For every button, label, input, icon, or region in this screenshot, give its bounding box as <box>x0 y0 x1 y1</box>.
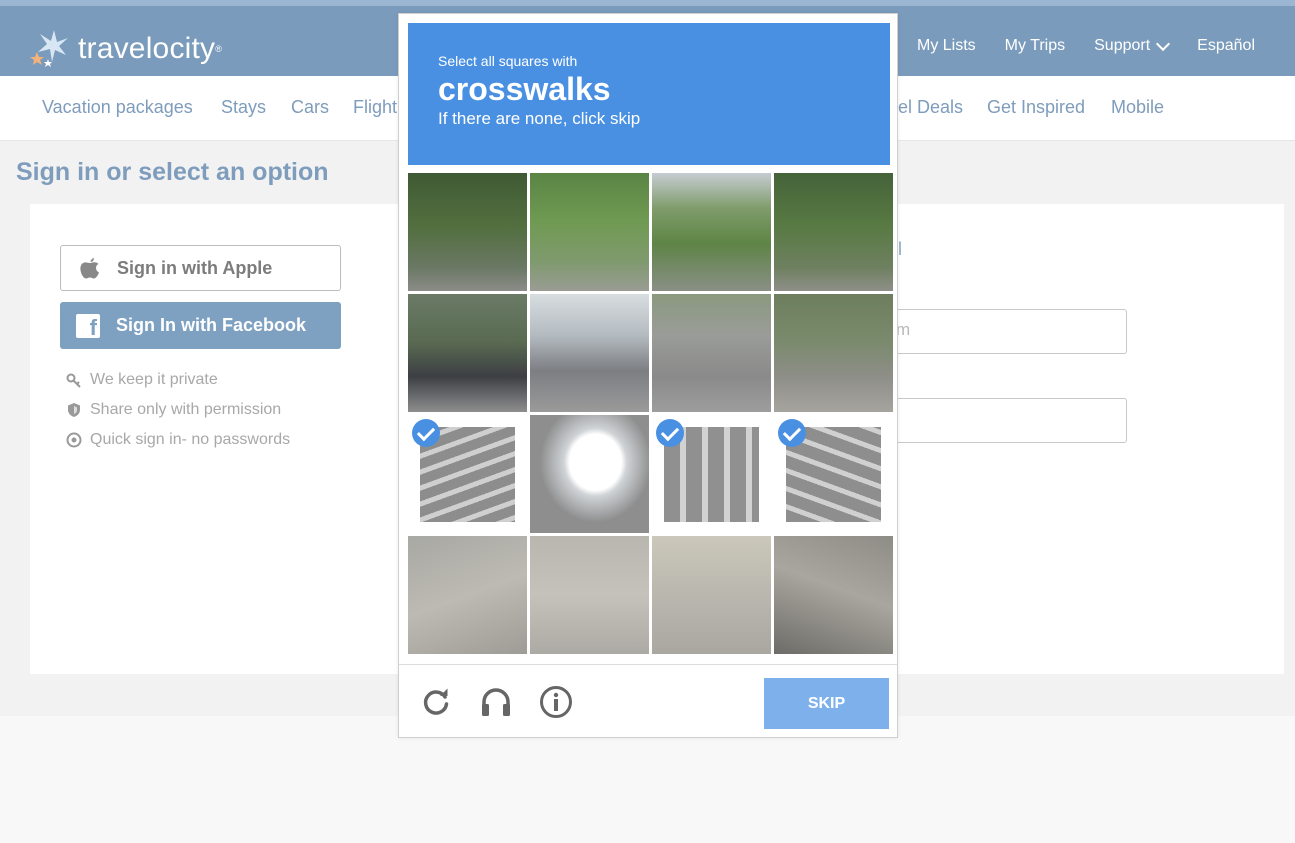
captcha-tile[interactable] <box>652 294 771 412</box>
perk-item: We keep it private <box>66 365 290 395</box>
perk-text: We keep it private <box>90 371 218 388</box>
perk-text: Quick sign in- no passwords <box>90 431 291 448</box>
sub-nav-vacation-packages[interactable]: Vacation packages <box>42 97 193 118</box>
email-field-text: m <box>896 320 911 339</box>
check-icon <box>656 419 684 447</box>
tile-image <box>408 294 527 412</box>
captcha-tile[interactable] <box>774 294 893 412</box>
check-icon <box>778 419 806 447</box>
tile-image <box>530 415 649 533</box>
key-icon <box>66 373 81 388</box>
captcha-tile[interactable] <box>774 536 893 654</box>
captcha-instruction: Select all squares with <box>438 53 578 69</box>
tile-image <box>774 536 893 654</box>
captcha-tile[interactable] <box>530 173 649 291</box>
top-nav-my-lists[interactable]: My Lists <box>917 37 976 55</box>
audio-icon[interactable] <box>479 685 513 719</box>
skip-button[interactable]: SKIP <box>764 678 889 729</box>
captcha-tile[interactable] <box>774 173 893 291</box>
apple-icon <box>80 258 99 279</box>
captcha-tile-selected[interactable] <box>408 415 527 533</box>
captcha-tile[interactable] <box>408 294 527 412</box>
tile-image <box>652 294 771 412</box>
fast-signin-icon <box>66 432 82 448</box>
logo-registered: ® <box>215 44 222 54</box>
captcha-keyword: crosswalks <box>438 71 611 107</box>
perk-item: Share only with permission <box>66 395 290 425</box>
tile-image <box>408 536 527 654</box>
top-nav-my-trips[interactable]: My Trips <box>1005 37 1065 55</box>
sub-nav-stays[interactable]: Stays <box>221 97 266 118</box>
captcha-dialog: Select all squares with crosswalks If th… <box>398 13 898 738</box>
sub-nav-cars[interactable]: Cars <box>291 97 329 118</box>
top-nav-support-label: Support <box>1094 37 1151 54</box>
perks-list: We keep it private Share only with permi… <box>66 365 290 455</box>
captcha-hint: If there are none, click skip <box>438 109 641 128</box>
sub-nav-flights[interactable]: Flight <box>353 97 397 118</box>
top-nav: My Lists My Trips Support Español <box>917 36 1255 55</box>
captcha-header: Select all squares with crosswalks If th… <box>408 23 890 165</box>
sub-nav-mobile[interactable]: Mobile <box>1111 97 1164 118</box>
check-icon <box>412 419 440 447</box>
tile-image <box>530 173 649 291</box>
tile-image <box>530 536 649 654</box>
shield-icon <box>68 403 80 417</box>
sub-nav-get-inspired[interactable]: Get Inspired <box>987 97 1085 118</box>
logo-wordmark: travelocity <box>78 32 216 65</box>
captcha-tile-selected[interactable] <box>652 415 771 533</box>
captcha-tile[interactable] <box>530 294 649 412</box>
tile-image <box>530 294 649 412</box>
sub-nav-deals[interactable]: el Deals <box>898 97 963 118</box>
facebook-icon <box>76 313 100 341</box>
captcha-tile[interactable] <box>652 173 771 291</box>
captcha-grid <box>408 173 893 654</box>
logo-star-icon <box>30 30 68 67</box>
tile-image <box>774 294 893 412</box>
captcha-tile[interactable] <box>652 536 771 654</box>
password-field[interactable] <box>884 398 1127 443</box>
captcha-tile[interactable] <box>530 415 649 533</box>
perk-item: Quick sign in- no passwords <box>66 425 290 455</box>
tile-image <box>408 173 527 291</box>
chevron-down-icon <box>1156 36 1171 51</box>
email-field[interactable] <box>884 309 1127 354</box>
top-nav-language[interactable]: Español <box>1197 37 1255 55</box>
sign-in-apple-label: Sign in with Apple <box>117 257 273 278</box>
captcha-tile-selected[interactable] <box>774 415 893 533</box>
page-title: Sign in or select an option <box>16 158 329 186</box>
sign-in-apple-button[interactable]: Sign in with Apple <box>60 245 341 291</box>
travelocity-logo[interactable]: travelocity ® <box>30 24 222 74</box>
captcha-footer: SKIP <box>399 664 897 738</box>
tile-image <box>652 536 771 654</box>
perk-text: Share only with permission <box>90 401 282 418</box>
reload-icon[interactable] <box>419 685 453 719</box>
sign-in-facebook-button[interactable]: Sign In with Facebook <box>60 302 341 349</box>
tile-image <box>774 173 893 291</box>
captcha-tile[interactable] <box>530 536 649 654</box>
top-nav-support[interactable]: Support <box>1094 36 1171 55</box>
captcha-tile[interactable] <box>408 173 527 291</box>
sign-in-facebook-label: Sign In with Facebook <box>116 315 307 335</box>
info-icon[interactable] <box>539 685 573 719</box>
tile-image <box>652 173 771 291</box>
captcha-tile[interactable] <box>408 536 527 654</box>
